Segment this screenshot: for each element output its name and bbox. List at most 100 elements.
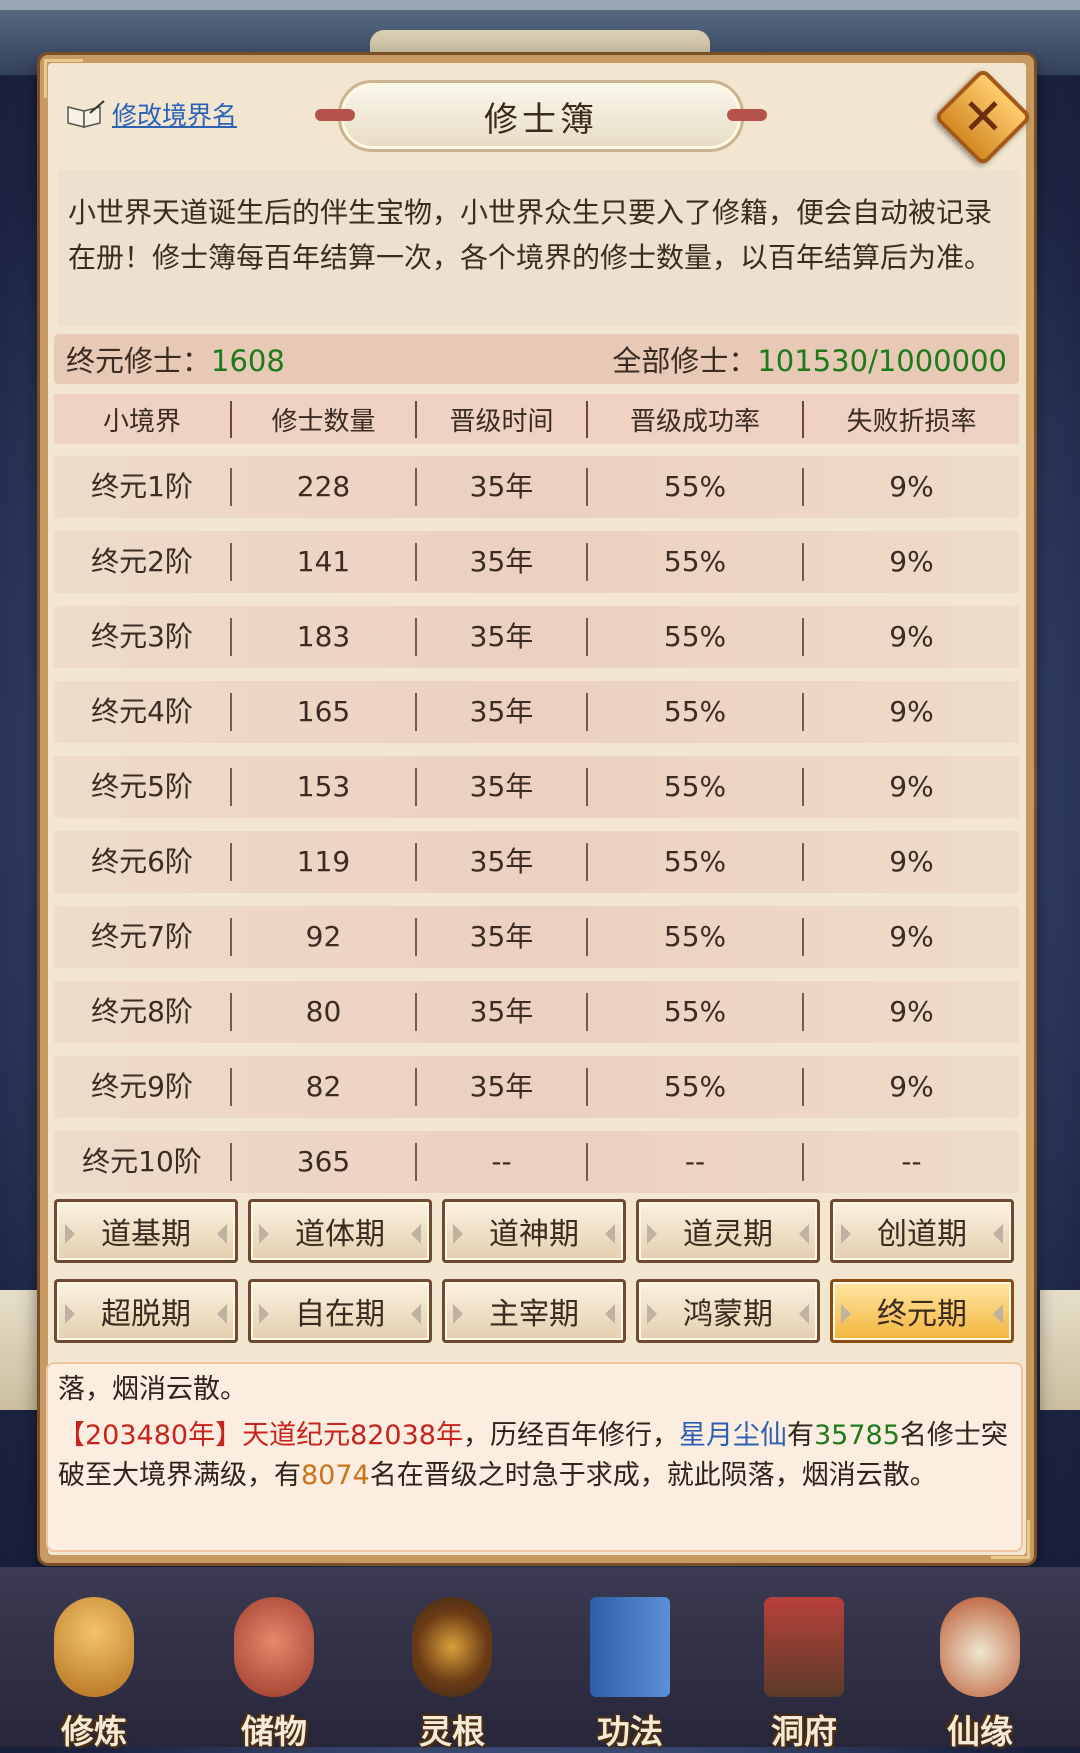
cell-success: 55% — [588, 468, 804, 506]
cell-loss: 9% — [889, 1070, 934, 1103]
realm-total-value: 1608 — [211, 344, 285, 378]
realm-button-hongmeng[interactable]: 鸿蒙期 — [636, 1279, 820, 1343]
cell-count: 153 — [232, 768, 417, 806]
cell-loss: 9% — [889, 770, 934, 803]
cell-stage: 终元9阶 — [54, 1068, 232, 1106]
technique-book-icon — [590, 1597, 670, 1697]
rename-realm-link[interactable]: 修改境界名 — [66, 96, 237, 132]
table-row: 终元9阶 82 35年 55% 9% — [54, 1056, 1019, 1118]
corner-ornament — [44, 59, 83, 98]
table-row: 终元1阶 228 35年 55% 9% — [54, 456, 1019, 518]
dialog-title: 修士簿 — [484, 99, 598, 140]
background-left-panel — [0, 1290, 40, 1410]
log-era: 天道纪元82038年 — [242, 1420, 463, 1451]
cell-success: 55% — [588, 993, 804, 1031]
realm-button-chuangdao[interactable]: 创道期 — [830, 1199, 1014, 1263]
log-text: ，历经百年修行， — [462, 1420, 679, 1451]
description-text: 小世界天道诞生后的伴生宝物，小世界众生只要入了修籍，便会自动被记录在册！修士簿每… — [58, 170, 1020, 326]
nav-technique[interactable]: 功法 — [560, 1587, 700, 1751]
cell-stage: 终元4阶 — [54, 693, 232, 731]
table-row: 终元5阶 153 35年 55% 9% — [54, 756, 1019, 818]
cell-stage: 终元1阶 — [54, 468, 232, 506]
cultivate-icon — [54, 1597, 134, 1697]
cell-time: 35年 — [417, 468, 588, 506]
table-row: 终元10阶 365 -- -- -- — [54, 1131, 1019, 1193]
cell-stage: 终元10阶 — [54, 1143, 232, 1181]
log-world-name: 星月尘仙 — [678, 1420, 787, 1451]
cell-loss: 9% — [889, 545, 934, 578]
nav-label: 修炼 — [61, 1712, 127, 1751]
cell-success: -- — [588, 1143, 804, 1181]
background-right-panel — [1040, 1290, 1080, 1410]
column-header: 修士数量 — [232, 400, 417, 438]
realm-button-daoti[interactable]: 道体期 — [248, 1199, 432, 1263]
realm-button-zizai[interactable]: 自在期 — [248, 1279, 432, 1343]
cell-time: 35年 — [417, 768, 588, 806]
log-text: 名在晋级之时急于求成，就此陨落，烟消云散。 — [369, 1460, 937, 1491]
column-header: 小境界 — [54, 400, 232, 438]
log-entry: 【203480年】天道纪元82038年，历经百年修行，星月尘仙有35785名修士… — [58, 1416, 1011, 1496]
column-header: 失败折损率 — [846, 406, 977, 437]
rename-realm-label[interactable]: 修改境界名 — [112, 96, 237, 132]
realm-button-chaotuo[interactable]: 超脱期 — [54, 1279, 238, 1343]
title-tassel-right — [727, 109, 767, 121]
realm-button-daoling[interactable]: 道灵期 — [636, 1199, 820, 1263]
cell-loss: 9% — [889, 995, 934, 1028]
cell-success: 55% — [588, 768, 804, 806]
cell-loss: 9% — [889, 470, 934, 503]
cell-count: 119 — [232, 843, 417, 881]
realm-button-row: 道基期 道体期 道神期 道灵期 创道期 — [54, 1199, 1022, 1263]
spirit-root-icon — [412, 1597, 492, 1697]
nav-immortal-fate[interactable]: 仙缘 — [910, 1587, 1050, 1751]
nav-spirit-root[interactable]: 灵根 — [382, 1587, 522, 1751]
cell-success: 55% — [588, 843, 804, 881]
nav-cultivate[interactable]: 修炼 — [24, 1587, 164, 1751]
cell-stage: 终元3阶 — [54, 618, 232, 656]
cell-time: 35年 — [417, 993, 588, 1031]
cell-time: 35年 — [417, 1068, 588, 1106]
cell-success: 55% — [588, 543, 804, 581]
cell-loss: -- — [901, 1145, 922, 1178]
realm-button-row: 超脱期 自在期 主宰期 鸿蒙期 终元期 — [54, 1279, 1022, 1343]
log-line: 落，烟消云散。 — [58, 1374, 247, 1405]
nav-label: 洞府 — [771, 1712, 837, 1751]
log-breakthrough-count: 35785 — [813, 1420, 900, 1451]
log-year: 【203480年】 — [58, 1420, 243, 1451]
cell-count: 365 — [232, 1143, 417, 1181]
cell-loss: 9% — [889, 695, 934, 728]
realm-button-daoshen[interactable]: 道神期 — [442, 1199, 626, 1263]
cell-loss: 9% — [889, 620, 934, 653]
nav-label: 功法 — [597, 1712, 663, 1751]
nav-cave-mansion[interactable]: 洞府 — [734, 1587, 874, 1751]
table-row: 终元4阶 165 35年 55% 9% — [54, 681, 1019, 743]
all-total: 全部修士：101530/1000000 — [612, 338, 1007, 380]
cell-count: 141 — [232, 543, 417, 581]
realm-total: 终元修士：1608 — [66, 338, 285, 380]
cell-loss: 9% — [889, 845, 934, 878]
immortal-fate-icon — [940, 1597, 1020, 1697]
table-row: 终元2阶 141 35年 55% 9% — [54, 531, 1019, 593]
column-header: 晋级时间 — [417, 400, 588, 438]
table-header: 小境界 修士数量 晋级时间 晋级成功率 失败折损率 — [54, 394, 1019, 444]
summary-bar: 终元修士：1608 全部修士：101530/1000000 — [54, 334, 1019, 384]
close-icon: ✕ — [962, 88, 1004, 146]
cell-count: 82 — [232, 1068, 417, 1106]
cell-count: 183 — [232, 618, 417, 656]
realm-button-zhongyuan-selected[interactable]: 终元期 — [830, 1279, 1014, 1343]
realm-button-zhuzai[interactable]: 主宰期 — [442, 1279, 626, 1343]
cave-mansion-icon — [764, 1597, 844, 1697]
cell-time: 35年 — [417, 843, 588, 881]
cell-count: 92 — [232, 918, 417, 956]
event-log[interactable]: 落，烟消云散。 【203480年】天道纪元82038年，历经百年修行，星月尘仙有… — [46, 1362, 1023, 1552]
cell-time: 35年 — [417, 618, 588, 656]
background-strip — [0, 0, 1080, 10]
table-row: 终元7阶 92 35年 55% 9% — [54, 906, 1019, 968]
table-row: 终元8阶 80 35年 55% 9% — [54, 981, 1019, 1043]
nav-storage[interactable]: 储物 — [204, 1587, 344, 1751]
cell-count: 228 — [232, 468, 417, 506]
book-quill-icon — [67, 100, 105, 128]
realm-button-daoji[interactable]: 道基期 — [54, 1199, 238, 1263]
cell-loss: 9% — [889, 920, 934, 953]
cell-stage: 终元2阶 — [54, 543, 232, 581]
realm-button-grid: 道基期 道体期 道神期 道灵期 创道期 超脱期 自在期 主宰期 鸿蒙期 终元期 — [54, 1199, 1022, 1359]
